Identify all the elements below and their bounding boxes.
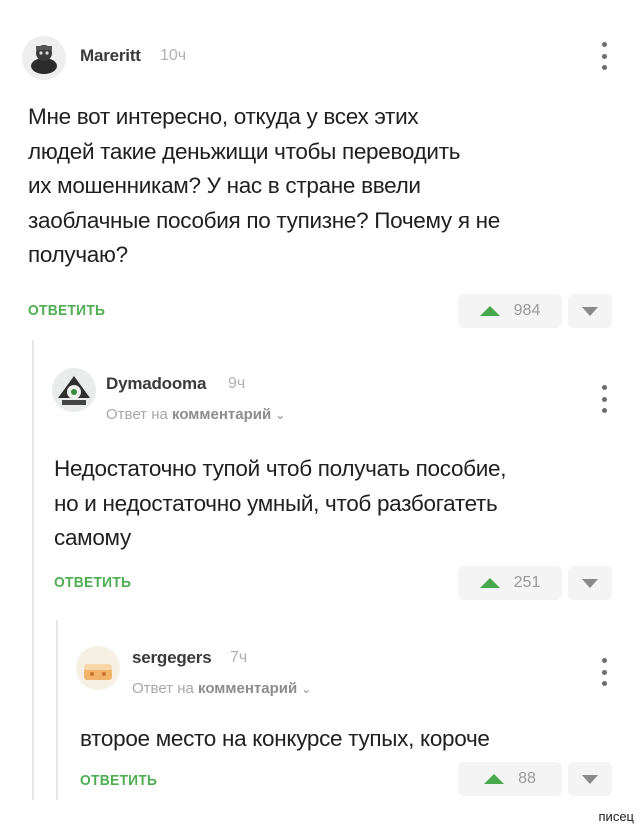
vote-box: 88 [458, 762, 562, 796]
comment-line: самому [54, 525, 131, 550]
triangle-up-icon[interactable] [479, 578, 500, 588]
vote-count: 88 [518, 770, 536, 787]
reply-reference[interactable]: Ответ на комментарий ⌄ [106, 406, 285, 423]
downvote-button[interactable] [568, 294, 612, 328]
comment-line: заоблачные пособия по тупизне? Почему я … [28, 207, 501, 233]
reply-prefix: Ответ на [106, 406, 168, 423]
reply-button[interactable]: ОТВЕТИТЬ [54, 574, 131, 591]
reply-prefix: Ответ на [132, 680, 194, 697]
avatar-icon [76, 646, 120, 690]
reply-button[interactable]: ОТВЕТИТЬ [80, 772, 157, 789]
downvote-button[interactable] [568, 762, 612, 796]
author-name[interactable]: Dymadooma [106, 374, 206, 394]
more-vertical-icon[interactable] [600, 658, 608, 686]
vote-count: 984 [513, 302, 541, 319]
reply-target-link[interactable]: комментарий [198, 680, 297, 697]
avatar-icon [22, 36, 66, 80]
triangle-up-icon[interactable] [479, 306, 500, 316]
comment-line: но и недостаточно умный, чтоб разбогатет… [54, 490, 498, 516]
avatar[interactable] [52, 368, 96, 412]
triangle-down-icon [582, 774, 598, 784]
comment-text: Мне вот интересно, откуда у всех этих лю… [28, 100, 500, 273]
chevron-down-icon[interactable]: ⌄ [275, 408, 285, 422]
comment-time: 9ч [228, 375, 246, 392]
downvote-button[interactable] [568, 566, 612, 600]
comment-time: 10ч [160, 47, 187, 64]
comment-line: получаю? [28, 242, 128, 267]
more-vertical-icon[interactable] [600, 385, 608, 413]
comment-text: второе место на конкурсе тупых, короче [80, 722, 490, 757]
author-name[interactable]: sergegers [132, 648, 212, 668]
reply-button[interactable]: ОТВЕТИТЬ [28, 302, 105, 319]
reply-target-link[interactable]: комментарий [172, 406, 271, 423]
vote-count: 251 [513, 574, 541, 591]
author-name[interactable]: Mareritt [80, 46, 141, 66]
comment-line: их мошенникам? У нас в стране ввели [28, 173, 421, 198]
watermark: писец [598, 809, 634, 824]
vote-box: 984 [458, 294, 562, 328]
avatar[interactable] [22, 36, 66, 80]
comment-text: Недостаточно тупой чтоб получать пособие… [54, 452, 507, 556]
triangle-up-icon[interactable] [484, 774, 505, 784]
triangle-down-icon [582, 306, 598, 316]
triangle-down-icon [582, 578, 598, 588]
avatar-icon [52, 368, 96, 412]
reply-reference[interactable]: Ответ на комментарий ⌄ [132, 680, 311, 697]
comment-line: людей такие деньжищи чтобы переводить [28, 138, 461, 164]
thread-line-level-2 [56, 620, 58, 800]
thread-line-level-1 [32, 340, 34, 800]
comment-time: 7ч [230, 649, 248, 666]
vote-box: 251 [458, 566, 562, 600]
avatar[interactable] [76, 646, 120, 690]
more-vertical-icon[interactable] [600, 42, 608, 70]
comment-line: Мне вот интересно, откуда у всех этих [28, 104, 419, 129]
comment-line: второе место на конкурсе тупых, короче [80, 726, 490, 751]
comment-line: Недостаточно тупой чтоб получать пособие… [54, 456, 507, 481]
chevron-down-icon[interactable]: ⌄ [301, 682, 311, 696]
